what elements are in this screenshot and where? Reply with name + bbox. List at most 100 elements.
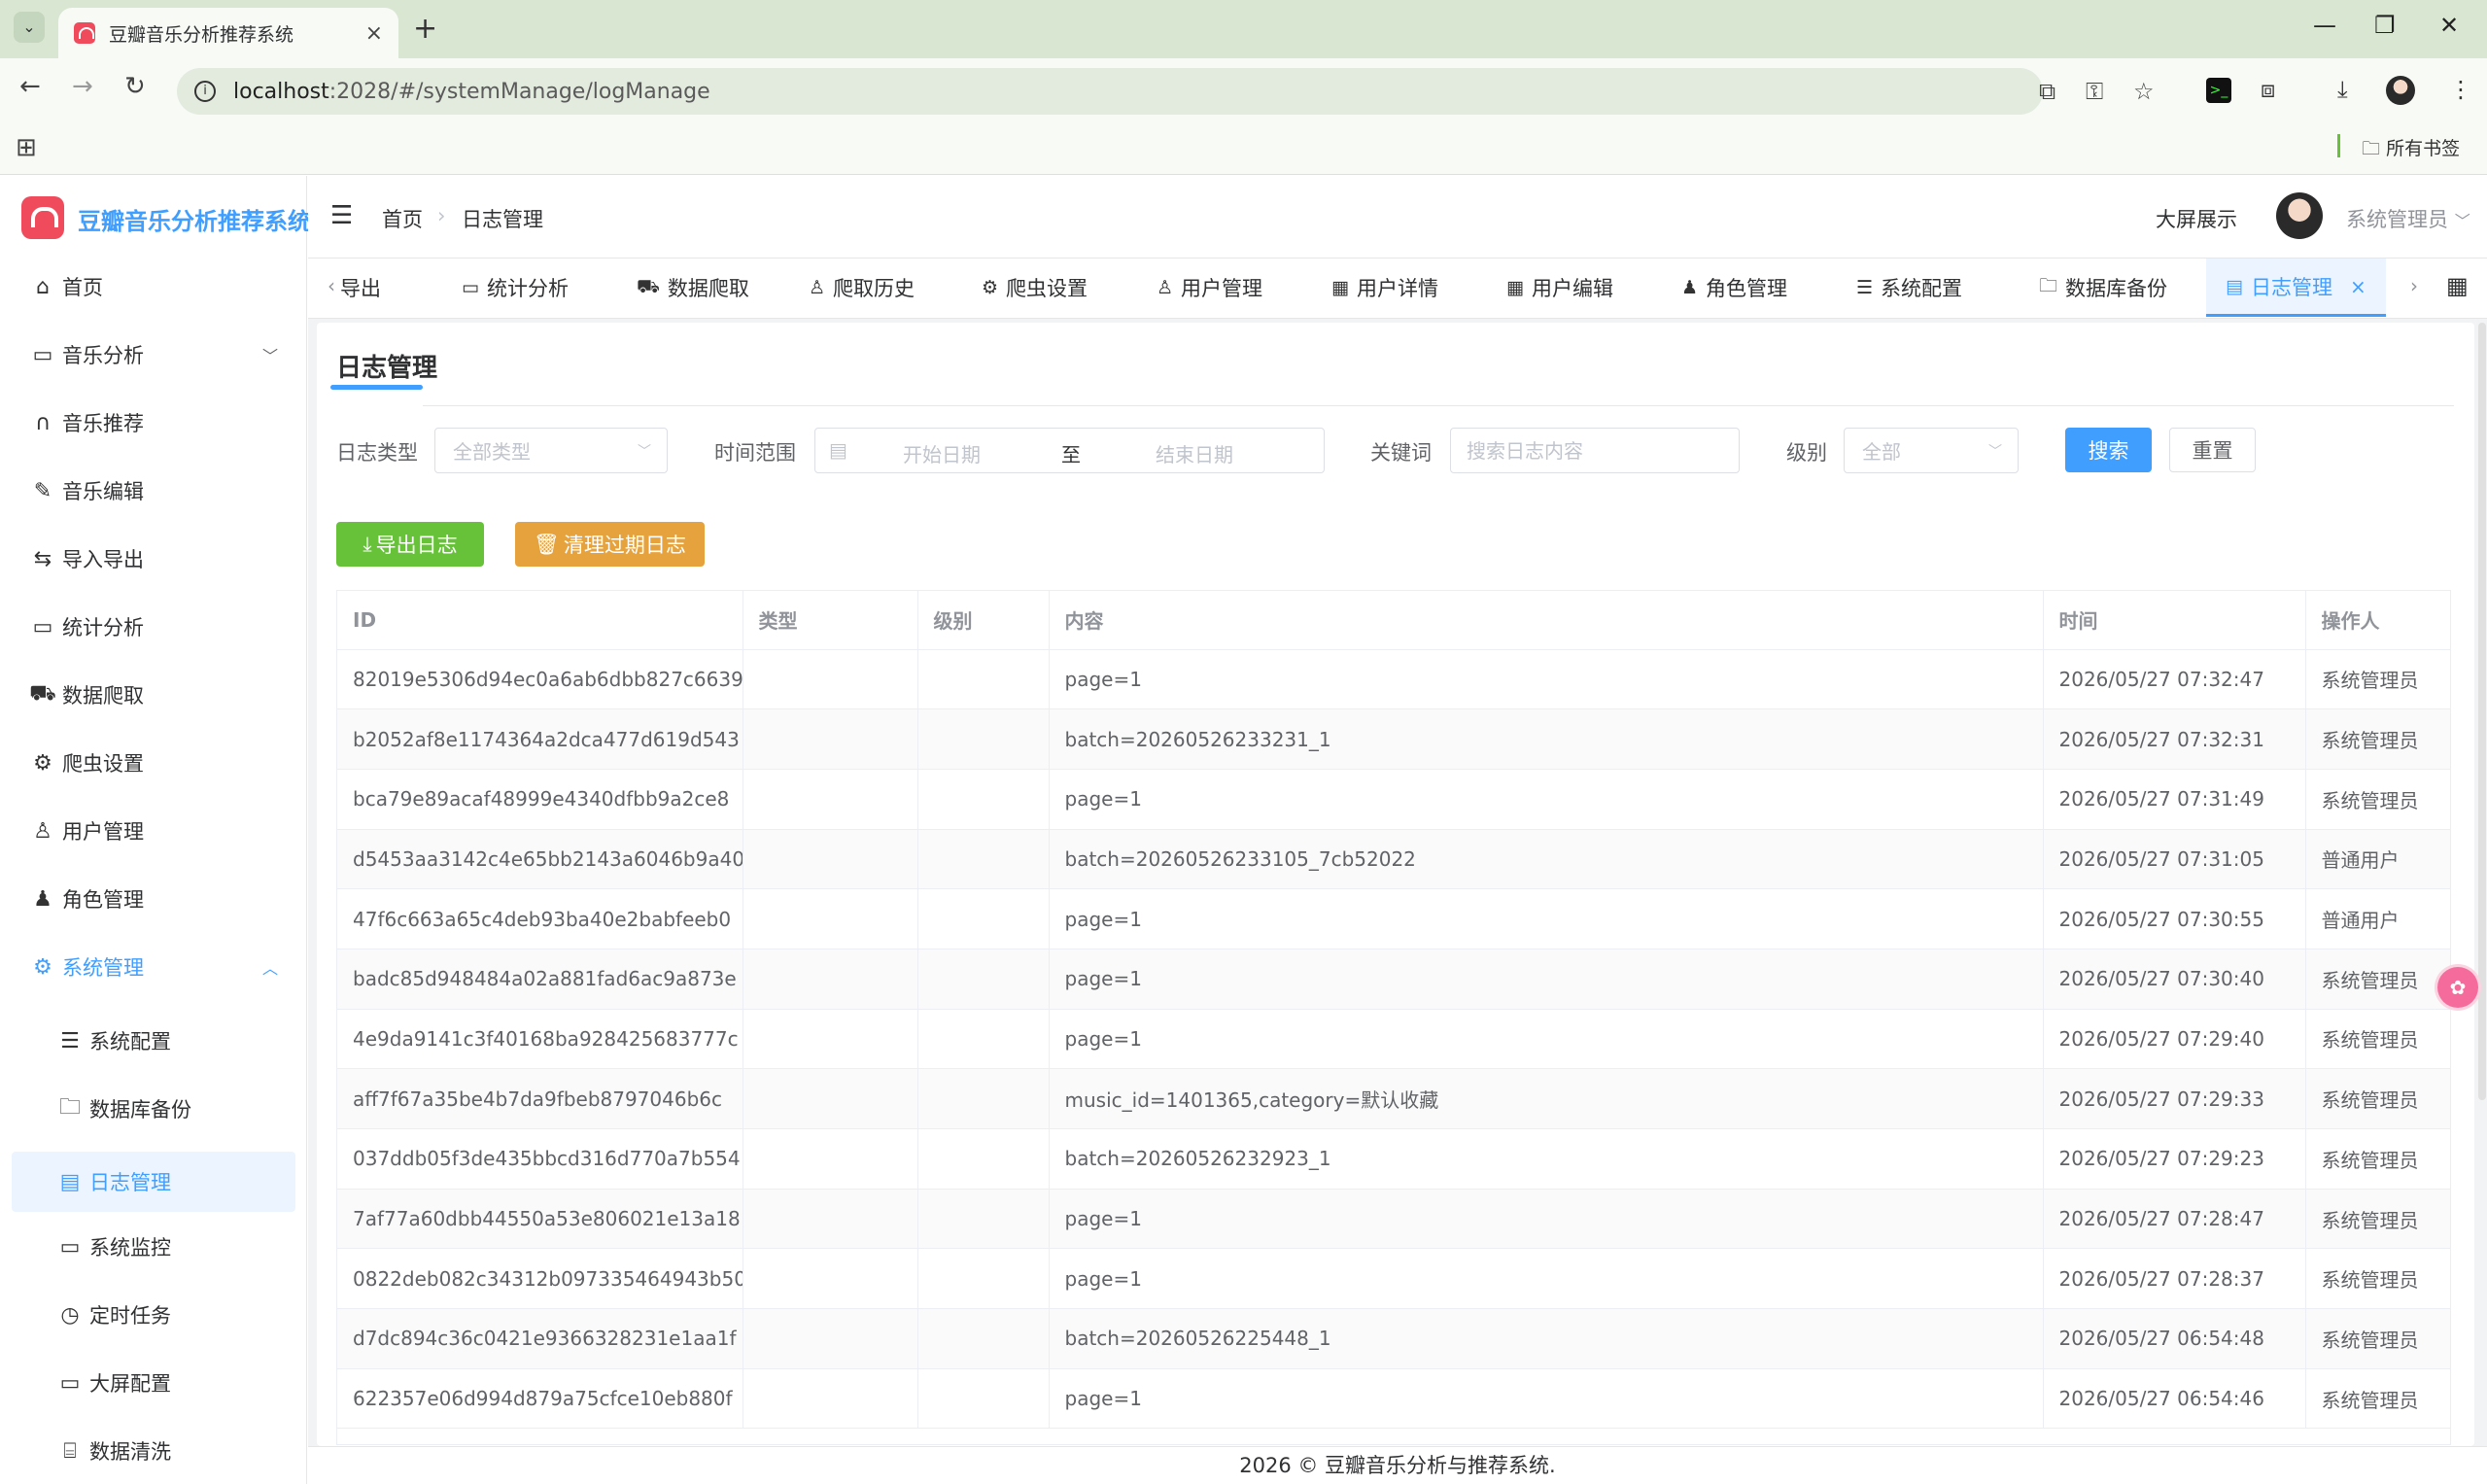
tags-menu-grid-icon[interactable]: ▦ [2446, 272, 2469, 299]
user-menu[interactable]: 系统管理员 ﹀ [2346, 204, 2470, 233]
star-icon[interactable]: ☆ [2133, 78, 2155, 105]
tab-1[interactable]: ▭ 统计分析 [462, 259, 569, 317]
minimize-icon[interactable]: — [2313, 12, 2336, 39]
sidebar-subitem-6[interactable]: ⌸ 数据清洗 [0, 1421, 307, 1481]
tab-0[interactable]: 导出 [340, 259, 381, 317]
start-date[interactable]: 开始日期 [903, 439, 981, 467]
tab-label: 日志管理 [2250, 275, 2332, 299]
table-row[interactable]: 4e9da9141c3f40168ba928425683777c page=1 20… [337, 1009, 2450, 1070]
user-avatar[interactable] [2276, 192, 2323, 239]
title-divider [423, 405, 2454, 406]
back-icon[interactable]: ← [19, 72, 41, 101]
close-tab-icon[interactable]: × [365, 21, 383, 46]
tab-4[interactable]: ⚙ 爬虫设置 [982, 259, 1088, 317]
sidebar-subitem-1[interactable]: 🗀 数据库备份 [0, 1079, 307, 1139]
table-row[interactable]: bca79e89acaf48999e4340dfbb9a2ce8 page=1 20… [337, 769, 2450, 830]
sidebar-subitem-4[interactable]: ◷ 定时任务 [0, 1285, 307, 1345]
sidebar-item-9[interactable]: ♟ 角色管理 [0, 869, 307, 929]
close-window-icon[interactable]: ✕ [2439, 12, 2459, 39]
sidebar-subitem-3[interactable]: ▭ 系统监控 [0, 1217, 307, 1277]
log-type-select[interactable]: 全部类型 ﹀ [434, 428, 668, 473]
tab-2[interactable]: ⛟ 数据爬取 [637, 259, 749, 317]
table-row[interactable]: b2052af8e1174364a2dca477d619d543 batch=20… [337, 708, 2450, 770]
sidebar-item-0[interactable]: ⌂ 首页 [0, 257, 307, 317]
profile-avatar[interactable] [2386, 76, 2415, 105]
keyword-input[interactable] [1450, 428, 1740, 473]
tab-3[interactable]: ♙ 爬取历史 [809, 259, 915, 317]
column-header[interactable]: 时间 [2043, 591, 2306, 650]
sidebar-item-7[interactable]: ⚙ 爬虫设置 [0, 733, 307, 793]
level-select[interactable]: 全部 ﹀ [1844, 428, 2019, 473]
close-tab-icon[interactable]: × [2350, 275, 2366, 298]
sidebar-item-5[interactable]: ▭ 统计分析 [0, 597, 307, 657]
table-row[interactable]: d5453aa3142c4e65bb2143a6046b9a40 batch=20… [337, 829, 2450, 890]
table-cell: 0822deb082c34312b097335464943b50 [337, 1248, 743, 1310]
new-tab-icon[interactable]: + [413, 12, 437, 46]
sidebar-item-1[interactable]: ▭ 音乐分析 ﹀ [0, 325, 307, 385]
translate-assistant-icon[interactable]: ✿ [2437, 967, 2478, 1008]
table-row[interactable]: aff7f67a35be4b7da9fbeb8797046b6c music_id… [337, 1068, 2450, 1129]
breadcrumb-home[interactable]: 首页 [382, 204, 423, 233]
column-header[interactable]: 内容 [1049, 591, 2044, 650]
table-row[interactable]: badc85d948484a02a881fad6ac9a873e page=1 20… [337, 949, 2450, 1010]
sidebar-item-8[interactable]: ♙ 用户管理 [0, 801, 307, 861]
translate-icon[interactable]: ⧉ [2039, 78, 2055, 105]
clean-expired-logs-button[interactable]: 🗑 清理过期日志 [515, 522, 705, 567]
site-info-icon[interactable]: i [194, 81, 216, 102]
sidebar-item-3[interactable]: ✎ 音乐编辑 [0, 461, 307, 521]
export-logs-button[interactable]: ⤓ 导出日志 [336, 522, 484, 567]
tab-11[interactable]: ▤ 日志管理 × [2206, 259, 2386, 317]
extensions-icon[interactable]: ⧈ [2261, 76, 2275, 103]
forward-icon[interactable]: → [72, 72, 93, 101]
table-row[interactable]: d7dc894c36c0421e9366328231e1aa1f batch=20… [337, 1308, 2450, 1369]
page-scrollbar[interactable] [2478, 323, 2486, 1100]
browser-tab[interactable]: 豆瓣音乐分析推荐系统 × [58, 8, 398, 58]
table-cell [743, 708, 918, 770]
tags-scroll-right-icon[interactable]: › [2410, 274, 2418, 297]
tab-9[interactable]: ☰ 系统配置 [1856, 259, 1962, 317]
collapse-menu-icon[interactable]: ☰ [330, 201, 353, 230]
table-row[interactable]: 0822deb082c34312b097335464943b50 page=1 20… [337, 1248, 2450, 1310]
table-row[interactable]: 47f6c663a65c4deb93ba40e2babfeeb0 page=1 20… [337, 888, 2450, 949]
reset-button[interactable]: 重置 [2169, 428, 2256, 472]
tab-8[interactable]: ♟ 角色管理 [1681, 259, 1787, 317]
tags-scroll-left-icon[interactable]: ‹ [328, 274, 335, 297]
browser-tab-title: 豆瓣音乐分析推荐系统 [109, 23, 294, 46]
sidebar-item-2[interactable]: ∩ 音乐推荐 [0, 393, 307, 453]
key-icon[interactable]: ⚿ [2086, 78, 2103, 105]
table-row[interactable]: 7af77a60dbb44550a53e806021e13a18 page=1 20… [337, 1189, 2450, 1250]
table-row[interactable]: 037ddb05f3de435bbcd316d770a7b554 batch=20… [337, 1128, 2450, 1190]
sidebar-subitem-2[interactable]: ▤ 日志管理 [12, 1152, 295, 1212]
more-menu-icon[interactable]: ⋮ [2449, 76, 2472, 103]
table-cell: 7af77a60dbb44550a53e806021e13a18 [337, 1189, 743, 1250]
apps-grid-icon[interactable]: ⊞ [16, 133, 37, 162]
tab-search-chevron-icon[interactable]: ⌄ [14, 12, 45, 43]
sidebar-item-label: 数据爬取 [62, 684, 144, 707]
column-header[interactable]: 类型 [743, 591, 918, 650]
tab-10[interactable]: 🗀 数据库备份 [2039, 259, 2167, 317]
sidebar-item-10[interactable]: ⚙ 系统管理 ︿ [0, 937, 307, 997]
download-icon[interactable]: ⤓ [2337, 76, 2348, 103]
column-header[interactable]: 级别 [917, 591, 1050, 650]
tab-7[interactable]: ▦ 用户编辑 [1506, 259, 1613, 317]
table-row[interactable]: 82019e5306d94ec0a6ab6dbb827c6639 page=1 20… [337, 649, 2450, 710]
address-bar[interactable]: i localhost:2028/#/systemManage/logManag… [177, 68, 2043, 115]
end-date[interactable]: 结束日期 [1156, 439, 1233, 467]
tab-6[interactable]: ▦ 用户详情 [1331, 259, 1438, 317]
sidebar-subitem-5[interactable]: ▭ 大屏配置 [0, 1353, 307, 1413]
tab-5[interactable]: ♙ 用户管理 [1157, 259, 1262, 317]
sidebar-item-4[interactable]: ⇆ 导入导出 [0, 529, 307, 589]
sidebar-subitem-0[interactable]: ☰ 系统配置 [0, 1011, 307, 1071]
bigscreen-link[interactable]: 大屏展示 [2156, 204, 2237, 233]
terminal-extension-icon[interactable]: >_ [2206, 78, 2231, 103]
search-button[interactable]: 搜索 [2065, 428, 2152, 472]
reload-icon[interactable]: ↻ [124, 72, 146, 101]
column-header[interactable]: 操作人 [2305, 591, 2450, 650]
date-range-picker[interactable]: ▤ 开始日期 至 结束日期 [814, 428, 1325, 473]
sidebar-item-6[interactable]: ⛟ 数据爬取 [0, 665, 307, 725]
table-row[interactable]: 622357e06d994d879a75cfce10eb880f page=1 20… [337, 1368, 2450, 1430]
table-cell [743, 1068, 918, 1129]
all-bookmarks[interactable]: 🗀 所有书签 [2362, 134, 2460, 166]
restore-icon[interactable]: ❐ [2374, 12, 2396, 39]
column-header[interactable]: ID [337, 591, 743, 650]
